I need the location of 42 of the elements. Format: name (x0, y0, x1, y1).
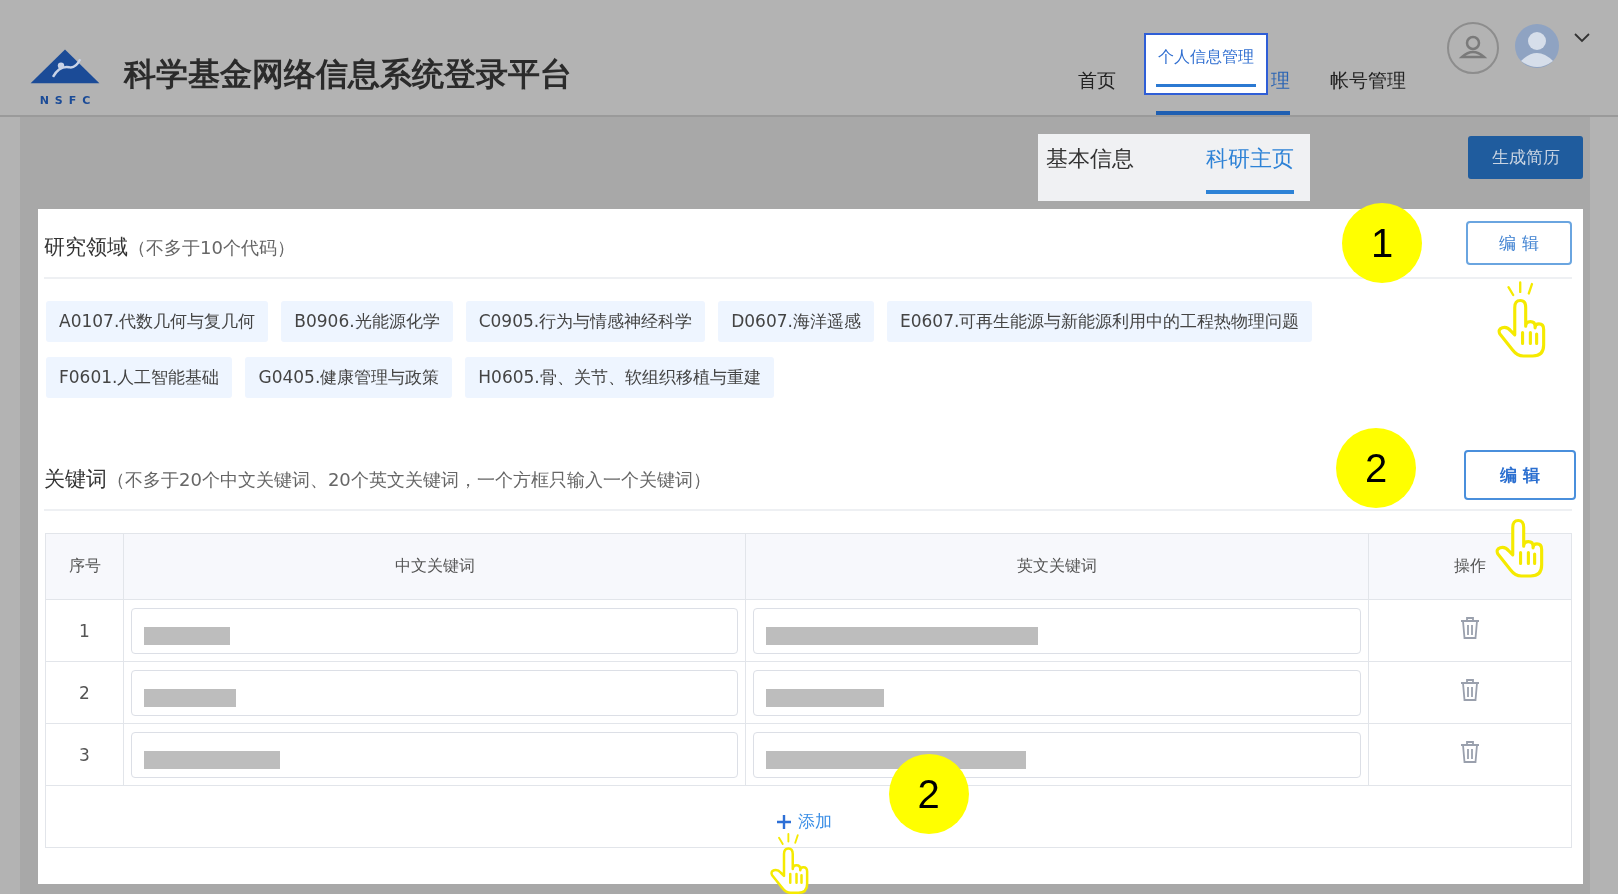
row-number: 3 (46, 724, 124, 786)
chevron-down-icon[interactable] (1574, 32, 1590, 43)
keyword-input-field[interactable] (753, 607, 1361, 654)
add-link[interactable]: 添加 (775, 810, 832, 833)
subtab[interactable]: 科研主页 (1206, 134, 1294, 194)
section-title: 研究领域（不多于10个代码） (44, 234, 295, 261)
column-header: 英文关键词 (746, 534, 1369, 600)
column-header: 序号 (46, 534, 124, 600)
keyword-input-field[interactable] (753, 669, 1361, 716)
field-tag: A0107.代数几何与复几何 (46, 301, 269, 342)
delete-icon[interactable] (1459, 677, 1481, 702)
site-title: 科学基金网络信息系统登录平台 (124, 54, 572, 95)
step-marker: 2 (1336, 428, 1416, 508)
section-title: 关键词（不多于20个中文关键词、20个英文关键词，一个方框只输入一个关键词） (44, 466, 711, 493)
field-tag: F0601.人工智能基础 (46, 357, 233, 398)
edit-button[interactable]: 编 辑 (1466, 221, 1572, 265)
keyword-input-field[interactable] (131, 607, 738, 654)
field-tag: G0405.健康管理与政策 (245, 357, 453, 398)
step-marker: 1 (1342, 203, 1422, 283)
row-number: 1 (46, 600, 124, 662)
step-marker: 2 (888, 754, 969, 834)
field-tag: D0607.海洋遥感 (718, 301, 874, 342)
logo-text: NSFC (38, 94, 97, 107)
delete-icon[interactable] (1459, 615, 1481, 640)
highlighted-nav-item[interactable]: 个人信息管理 (1144, 33, 1268, 95)
nav-item[interactable]: 帐号管理 (1330, 69, 1406, 91)
nav-item[interactable]: 理 (1271, 69, 1290, 91)
row-number: 2 (46, 662, 124, 724)
plus-icon (775, 813, 792, 830)
field-tag: E0607.可再生能源与新能源利用中的工程热物理问题 (886, 301, 1313, 342)
edit-button[interactable]: 编 辑 (1464, 450, 1576, 500)
field-tag: B0906.光能源化学 (281, 301, 453, 342)
column-header: 中文关键词 (124, 534, 746, 600)
delete-icon[interactable] (1459, 739, 1481, 764)
subtab[interactable]: 基本信息 (1046, 134, 1134, 194)
generate-resume-button[interactable]: 生成简历 (1468, 136, 1583, 179)
keyword-input-field[interactable] (131, 731, 738, 778)
field-tag: H0605.骨、关节、软组织移植与重建 (465, 357, 774, 398)
user-circle-icon[interactable] (1446, 20, 1500, 75)
keyword-input-field[interactable] (131, 669, 738, 716)
nav-item[interactable]: 首页 (1078, 69, 1116, 91)
field-tag: C0905.行为与情感神经科学 (465, 301, 706, 342)
